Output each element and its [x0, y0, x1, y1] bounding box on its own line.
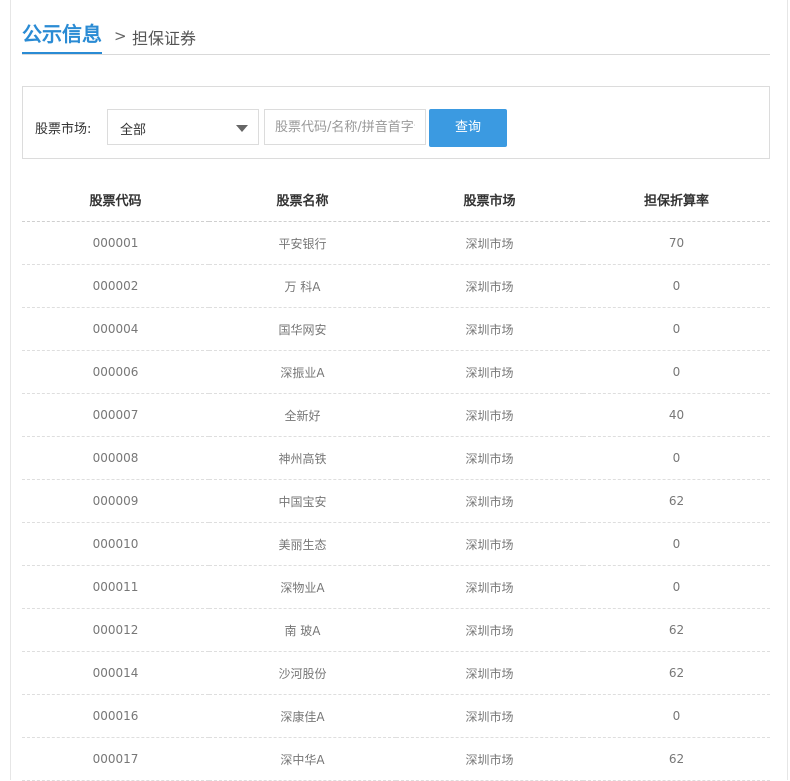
cell-code: 000006: [22, 350, 209, 394]
cell-code: 000007: [22, 393, 209, 437]
cell-rate: 62: [583, 737, 770, 781]
cell-name: 全新好: [209, 393, 396, 437]
cell-code: 000011: [22, 565, 209, 609]
market-label: 股票市场:: [35, 122, 92, 137]
cell-code: 000017: [22, 737, 209, 781]
cell-rate: 62: [583, 479, 770, 523]
cell-market: 深圳市场: [396, 694, 583, 738]
page-header: 公示信息 > 担保证券: [22, 20, 770, 55]
cell-rate: 0: [583, 350, 770, 394]
table-row: 000010 美丽生态 深圳市场 0: [22, 522, 770, 566]
cell-code: 000009: [22, 479, 209, 523]
table-header-row: 股票代码 股票名称 股票市场 担保折算率: [22, 178, 770, 222]
cell-name: 沙河股份: [209, 651, 396, 695]
column-header-market: 股票市场: [396, 178, 583, 222]
table-row: 000012 南 玻A 深圳市场 62: [22, 608, 770, 652]
breadcrumb-current: 担保证券: [132, 29, 197, 48]
cell-market: 深圳市场: [396, 393, 583, 437]
cell-name: 南 玻A: [209, 608, 396, 652]
cell-rate: 0: [583, 694, 770, 738]
market-select-value: 全部: [120, 123, 147, 138]
cell-market: 深圳市场: [396, 651, 583, 695]
table-row: 000014 沙河股份 深圳市场 62: [22, 651, 770, 695]
column-header-name: 股票名称: [209, 178, 396, 222]
cell-code: 000002: [22, 264, 209, 308]
cell-rate: 70: [583, 221, 770, 265]
cell-name: 深康佳A: [209, 694, 396, 738]
cell-rate: 0: [583, 307, 770, 351]
cell-rate: 0: [583, 436, 770, 480]
cell-name: 平安银行: [209, 221, 396, 265]
cell-market: 深圳市场: [396, 436, 583, 480]
table-row: 000011 深物业A 深圳市场 0: [22, 565, 770, 609]
cell-market: 深圳市场: [396, 307, 583, 351]
cell-rate: 0: [583, 522, 770, 566]
cell-name: 万 科A: [209, 264, 396, 308]
cell-name: 神州高铁: [209, 436, 396, 480]
cell-market: 深圳市场: [396, 264, 583, 308]
cell-name: 国华网安: [209, 307, 396, 351]
cell-market: 深圳市场: [396, 479, 583, 523]
table-row: 000006 深振业A 深圳市场 0: [22, 350, 770, 394]
column-header-rate: 担保折算率: [583, 178, 770, 222]
column-header-code: 股票代码: [22, 178, 209, 222]
cell-market: 深圳市场: [396, 608, 583, 652]
query-button[interactable]: 查询: [429, 109, 507, 147]
table-row: 000001 平安银行 深圳市场 70: [22, 221, 770, 265]
table-row: 000004 国华网安 深圳市场 0: [22, 307, 770, 351]
cell-code: 000014: [22, 651, 209, 695]
page-title[interactable]: 公示信息: [22, 22, 102, 54]
table-row: 000007 全新好 深圳市场 40: [22, 393, 770, 437]
table-row: 000002 万 科A 深圳市场 0: [22, 264, 770, 308]
breadcrumb-separator: >: [114, 27, 127, 45]
cell-name: 深物业A: [209, 565, 396, 609]
table-row: 000008 神州高铁 深圳市场 0: [22, 436, 770, 480]
table-row: 000017 深中华A 深圳市场 62: [22, 737, 770, 781]
cell-code: 000012: [22, 608, 209, 652]
cell-market: 深圳市场: [396, 221, 583, 265]
cell-name: 深中华A: [209, 737, 396, 781]
guarantee-securities-table: 股票代码 股票名称 股票市场 担保折算率 000001 平安银行 深圳市场 70 000…: [22, 178, 770, 781]
cell-market: 深圳市场: [396, 737, 583, 781]
cell-name: 深振业A: [209, 350, 396, 394]
cell-name: 中国宝安: [209, 479, 396, 523]
stock-search-input[interactable]: [264, 109, 426, 145]
cell-rate: 0: [583, 565, 770, 609]
table-row: 000016 深康佳A 深圳市场 0: [22, 694, 770, 738]
cell-name: 美丽生态: [209, 522, 396, 566]
cell-rate: 40: [583, 393, 770, 437]
search-panel: 股票市场: 全部 查询: [22, 86, 770, 159]
cell-code: 000010: [22, 522, 209, 566]
cell-code: 000008: [22, 436, 209, 480]
chevron-down-icon[interactable]: [236, 125, 248, 132]
market-select[interactable]: 全部: [107, 109, 259, 145]
cell-code: 000004: [22, 307, 209, 351]
cell-market: 深圳市场: [396, 565, 583, 609]
cell-code: 000001: [22, 221, 209, 265]
cell-rate: 62: [583, 608, 770, 652]
cell-rate: 0: [583, 264, 770, 308]
cell-market: 深圳市场: [396, 522, 583, 566]
cell-rate: 62: [583, 651, 770, 695]
cell-code: 000016: [22, 694, 209, 738]
table-row: 000009 中国宝安 深圳市场 62: [22, 479, 770, 523]
cell-market: 深圳市场: [396, 350, 583, 394]
